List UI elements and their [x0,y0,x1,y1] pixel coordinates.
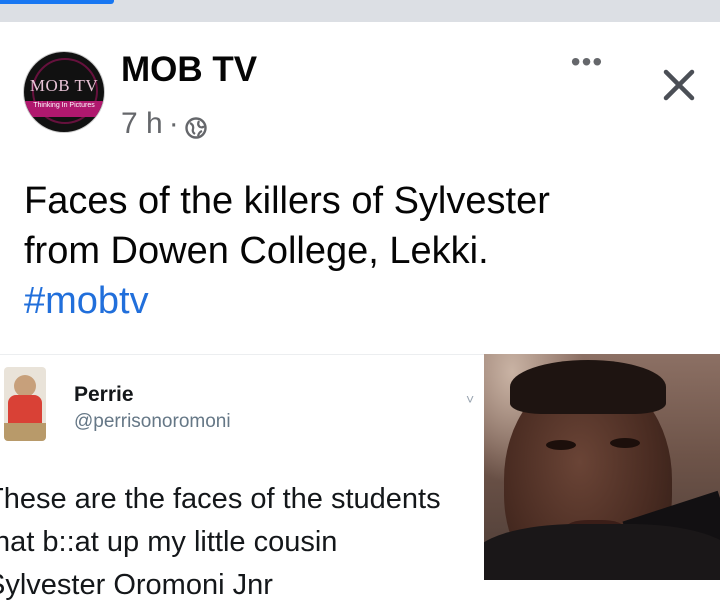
tweet-body: These are the faces of the students that… [0,478,496,607]
avatar-logo-text: MOB TV [29,76,99,95]
close-icon[interactable] [656,62,702,108]
page-name-link[interactable]: MOB TV [121,50,257,90]
post-caption-line: from Dowen College, Lekki. [24,230,489,272]
hashtag-link[interactable]: #mobtv [24,276,704,326]
post-timestamp[interactable]: 7 h [121,107,163,141]
avatar-tagline: Thinking In Pictures [33,102,95,109]
tweet-caret-icon: ˅ [466,391,475,407]
tweet-body-line: that b::at up my little cousin [0,526,338,558]
active-tab-indicator [0,0,114,4]
post-meta: 7 h · [121,106,207,142]
globe-icon[interactable] [185,113,207,139]
page-avatar[interactable]: MOB TV Thinking In Pictures [24,52,104,132]
tweet-avatar [4,367,46,441]
post-header: MOB TV Thinking In Pictures MOB TV 7 h ·… [0,22,720,162]
tweet-author-handle: @perrisonoromoni [74,411,231,432]
post-caption-line: Faces of the killers of Sylvester [24,180,550,222]
tweet-body-line: These are the faces of the students [0,483,441,515]
more-options-button[interactable]: ••• [560,48,614,86]
tweet-author-name: Perrie [74,383,134,406]
browser-top-bar [0,0,720,22]
post-photo[interactable] [484,354,720,580]
meta-separator: · [168,107,179,140]
post-caption: Faces of the killers of Sylvester from D… [24,176,704,326]
tweet-body-line: Sylvester Oromoni Jnr [0,569,273,601]
